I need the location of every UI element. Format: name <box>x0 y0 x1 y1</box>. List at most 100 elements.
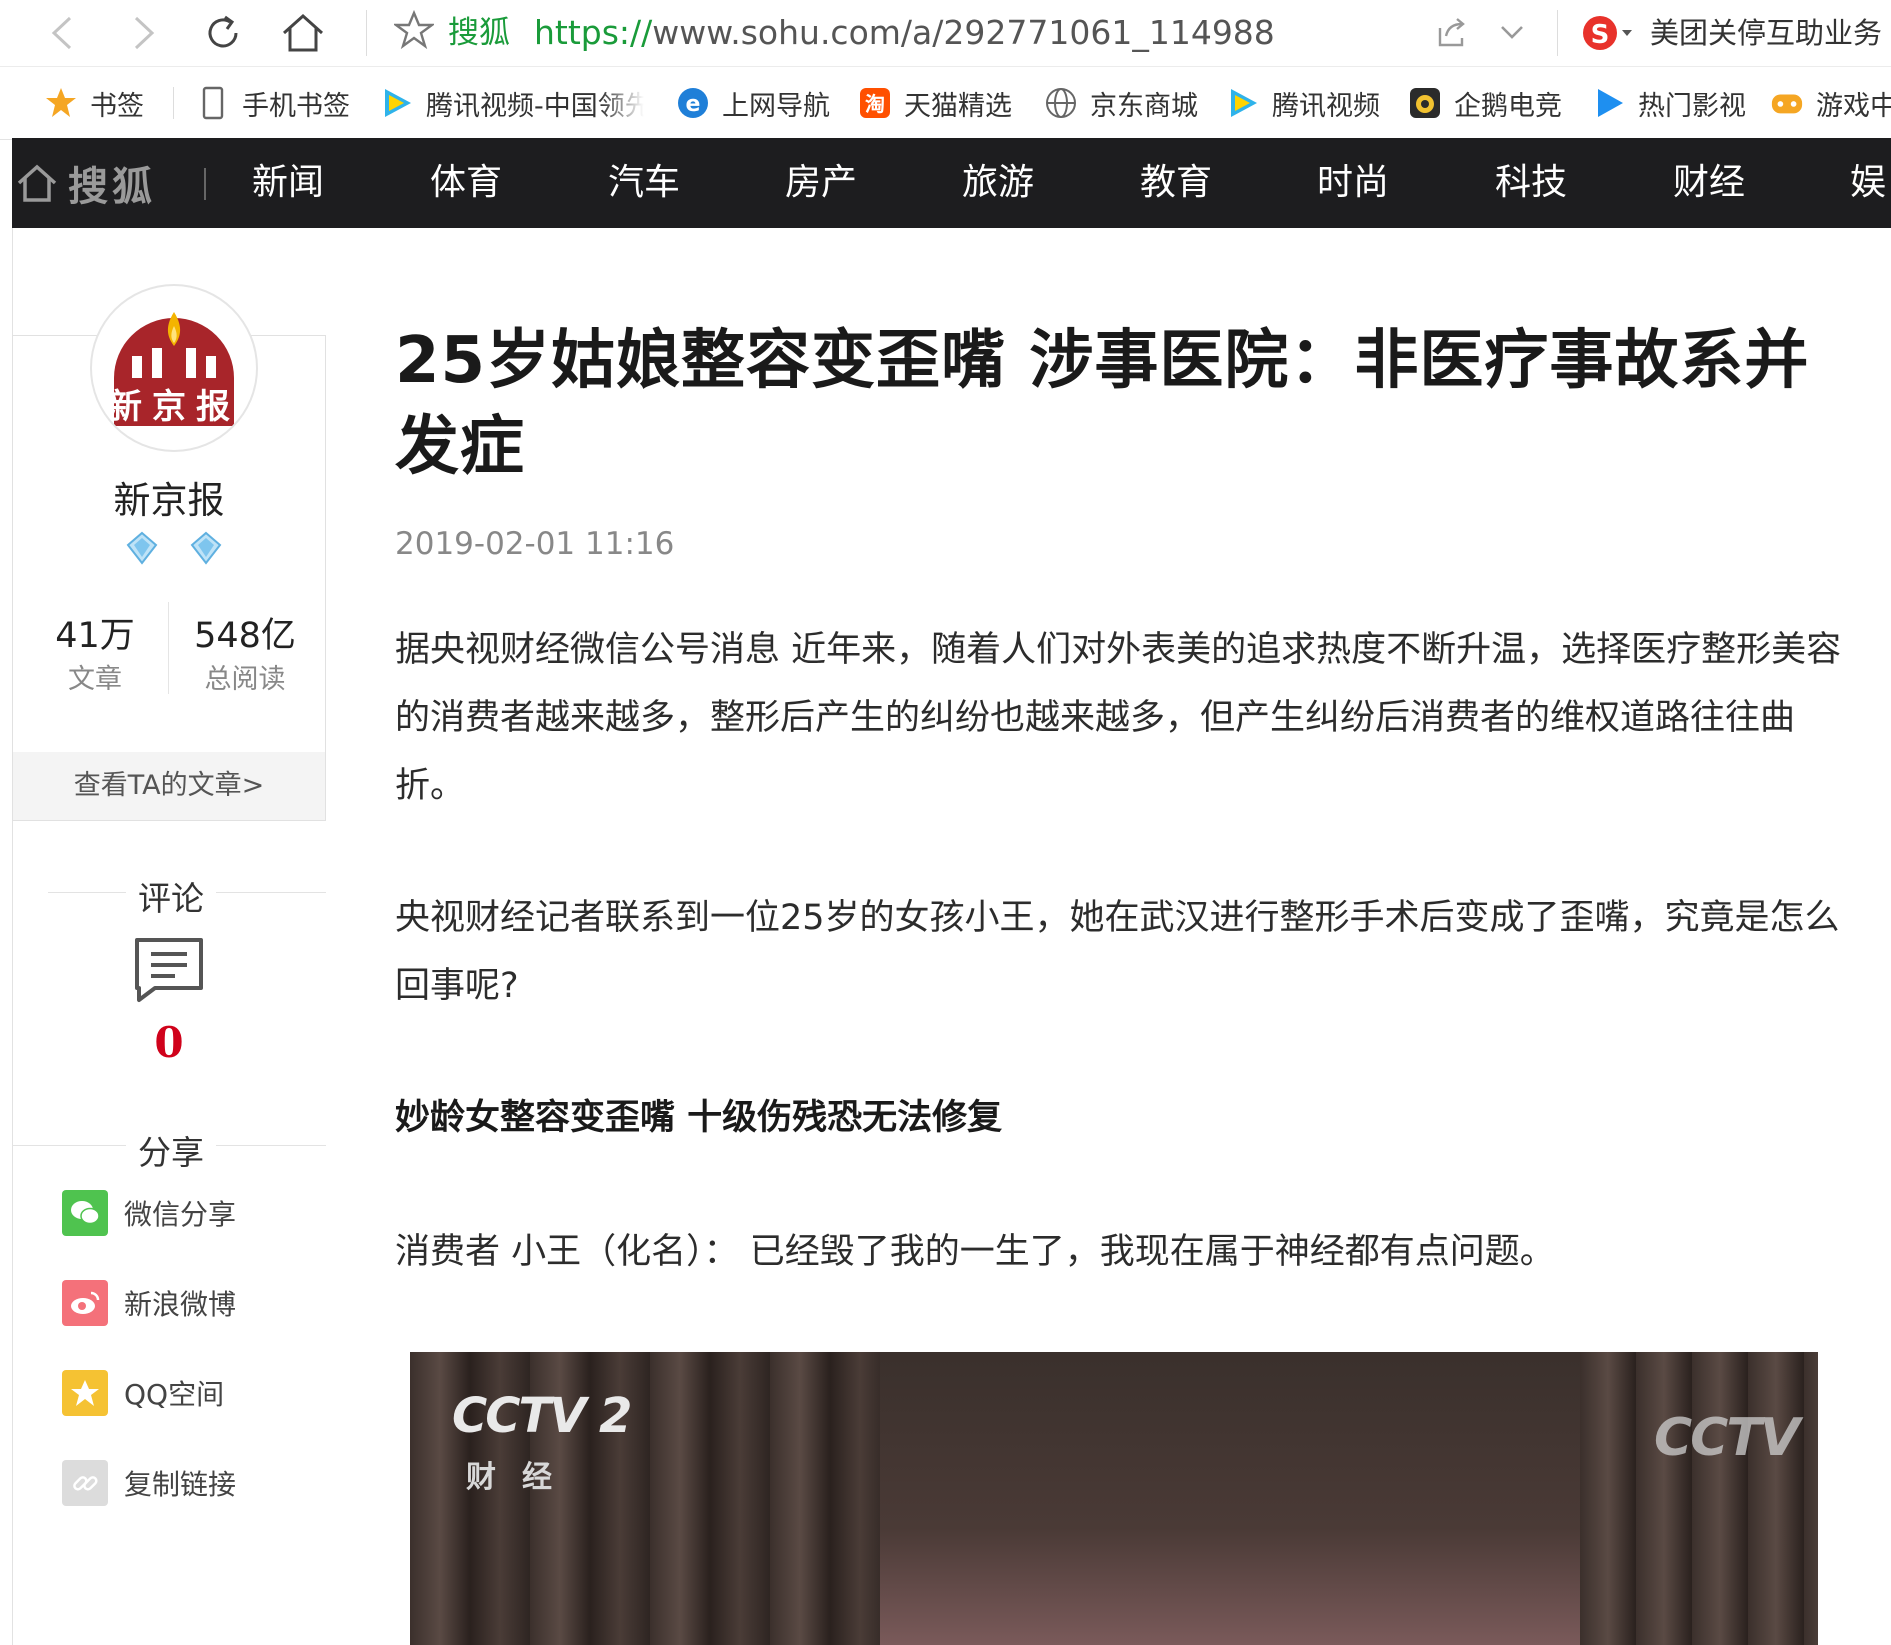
share-copy-link[interactable]: 复制链接 <box>62 1457 236 1509</box>
bookmark-label: 天猫精选 <box>904 90 1012 122</box>
star-icon <box>44 86 78 120</box>
nav-item-fashion[interactable]: 时尚 <box>1317 138 1389 228</box>
article-paragraph: 央视财经记者联系到一位25岁的女孩小王，她在武汉进行整形手术后变成了歪嘴，究竟是… <box>395 898 1840 1006</box>
share-title: 分享 <box>126 1126 216 1174</box>
bookmark-star-icon[interactable] <box>392 9 438 54</box>
bookmark-label: 手机书签 <box>242 90 350 122</box>
nav-item-sports[interactable]: 体育 <box>430 138 502 228</box>
comment-icon[interactable] <box>133 936 205 1004</box>
tencent-video-icon <box>380 86 414 120</box>
article-subheading: 妙龄女整容变歪嘴 十级伤残恐无法修复 <box>395 1098 1003 1138</box>
avatar[interactable]: 新京报 <box>92 286 256 450</box>
bookmark-label: 游戏中 <box>1816 90 1891 122</box>
bookmark-label: 热门影视 <box>1638 90 1746 122</box>
ie-icon: e <box>676 86 710 120</box>
article-paragraph: 据央视财经微信公号消息 近年来，随着人们对外表美的追求热度不断升温，选择医疗整形… <box>395 630 1842 806</box>
bookmark-label: 京东商城 <box>1090 90 1198 122</box>
comment-count[interactable]: 0 <box>12 1018 326 1067</box>
bookmark-item-hot-movies[interactable]: 热门影视 <box>1592 67 1746 139</box>
article-count: 41万 <box>55 616 135 656</box>
share-label: 新浪微博 <box>124 1288 237 1321</box>
taobao-icon: 淘 <box>858 86 892 120</box>
qzone-icon <box>62 1370 108 1416</box>
refresh-icon[interactable] <box>198 8 248 58</box>
toolbar-separator <box>1557 10 1558 56</box>
nav-item-realestate[interactable]: 房产 <box>785 138 857 228</box>
nav-item-entertainment[interactable]: 娱 <box>1850 138 1886 228</box>
share-label: 微信分享 <box>124 1198 237 1231</box>
diamond-badge-icon <box>188 530 224 570</box>
phone-icon <box>196 86 230 120</box>
article-title: 25岁姑娘整容变歪嘴 涉事医院：非医疗事故系并发症 <box>395 324 1810 484</box>
url-scheme: https:// <box>534 13 653 52</box>
nav-item-travel[interactable]: 旅游 <box>962 138 1034 228</box>
comments-title: 评论 <box>126 872 216 920</box>
play-icon <box>1592 86 1626 120</box>
gamepad-icon <box>1770 86 1804 120</box>
url-path: www.sohu.com/a/292771061_114988 <box>652 13 1275 52</box>
stat-divider <box>168 602 169 694</box>
bookmark-item-bookmarks[interactable]: 书签 <box>44 67 144 139</box>
bookmark-label: 企鹅电竞 <box>1454 90 1562 122</box>
bookmark-item-penguin-esports[interactable]: 企鹅电竞 <box>1408 67 1562 139</box>
address-bar-url[interactable]: https://www.sohu.com/a/292771061_114988 <box>534 8 1275 58</box>
bookmark-item-tmall[interactable]: 淘 天猫精选 <box>858 67 1012 139</box>
svg-text:e: e <box>686 92 701 117</box>
nav-item-tech[interactable]: 科技 <box>1495 138 1567 228</box>
video-player[interactable]: CCTV 2 财经 CCTV <box>410 1352 1818 1645</box>
share-weibo[interactable]: 新浪微博 <box>62 1277 236 1329</box>
read-count-label: 总阅读 <box>204 664 286 695</box>
avatar-logo-text: 新京报 <box>108 387 240 427</box>
cctv-watermark: CCTV <box>1654 1408 1800 1468</box>
sogou-search-icon[interactable]: S <box>1578 10 1638 56</box>
globe-icon <box>1044 86 1078 120</box>
nav-item-finance[interactable]: 财经 <box>1673 138 1745 228</box>
bookmark-item-tencent-video-home[interactable]: 腾讯视频-中国领先 <box>380 67 644 139</box>
share-qzone[interactable]: QQ空间 <box>62 1367 224 1419</box>
tencent-video-icon <box>1226 86 1260 120</box>
cctv-channel-logo: CCTV 2 <box>452 1388 632 1444</box>
search-suggestion[interactable]: 美团关停互助业务 <box>1650 8 1882 58</box>
bookmarks-bar: 书签 手机书签 腾讯视频-中国领先 e 上网导航 淘 天猫精选 京东商城 腾讯视… <box>0 66 1891 140</box>
nav-divider <box>204 168 206 200</box>
chevron-down-icon[interactable] <box>1494 14 1534 54</box>
bookmark-label: 腾讯视频-中国领先 <box>426 90 644 122</box>
address-site-name[interactable]: 搜狐 <box>448 8 510 58</box>
home-icon[interactable] <box>278 8 328 58</box>
bookmark-separator <box>173 87 174 119</box>
read-count: 548亿 <box>194 616 296 656</box>
site-nav-bar: 搜狐 新闻 体育 汽车 房产 旅游 教育 时尚 科技 财经 娱 <box>12 138 1891 228</box>
author-name[interactable]: 新京报 <box>12 470 326 524</box>
view-author-articles-link[interactable]: 查看TA的文章> <box>13 752 325 820</box>
bookmark-label: 上网导航 <box>722 90 830 122</box>
nav-item-news[interactable]: 新闻 <box>252 138 324 228</box>
article-date: 2019-02-01 11:16 <box>395 526 675 562</box>
author-badges <box>124 530 224 570</box>
nav-item-auto[interactable]: 汽车 <box>608 138 680 228</box>
sohu-logo[interactable]: 搜狐 <box>16 138 156 228</box>
bookmark-label: 书签 <box>90 90 144 122</box>
bookmark-item-mobile[interactable]: 手机书签 <box>196 67 350 139</box>
bookmark-item-games[interactable]: 游戏中 <box>1770 67 1891 139</box>
sohu-logo-text: 搜狐 <box>68 164 156 210</box>
home-icon <box>17 164 57 202</box>
share-wechat[interactable]: 微信分享 <box>62 1187 236 1239</box>
share-page-icon[interactable] <box>1434 14 1474 54</box>
article-paragraph: 消费者 小王（化名）： 已经毁了我的一生了，我现在属于神经都有点问题。 <box>395 1232 1555 1272</box>
window-left-border <box>12 0 13 1645</box>
video-frame-curtain <box>1580 1352 1818 1645</box>
cctv-channel-name: 财经 <box>466 1460 578 1495</box>
forward-icon[interactable] <box>118 8 168 58</box>
bookmark-item-navigation[interactable]: e 上网导航 <box>676 67 830 139</box>
browser-toolbar: 搜狐 https://www.sohu.com/a/292771061_1149… <box>0 0 1891 66</box>
nav-item-education[interactable]: 教育 <box>1140 138 1212 228</box>
toolbar-separator <box>366 10 367 56</box>
share-label: 复制链接 <box>124 1468 237 1501</box>
bookmark-item-jd[interactable]: 京东商城 <box>1044 67 1198 139</box>
back-icon[interactable] <box>38 8 88 58</box>
video-frame-center <box>880 1352 1580 1645</box>
svg-text:S: S <box>1591 20 1610 50</box>
weibo-icon <box>62 1280 108 1326</box>
article-count-label: 文章 <box>68 664 122 695</box>
bookmark-item-tencent-video[interactable]: 腾讯视频 <box>1226 67 1380 139</box>
